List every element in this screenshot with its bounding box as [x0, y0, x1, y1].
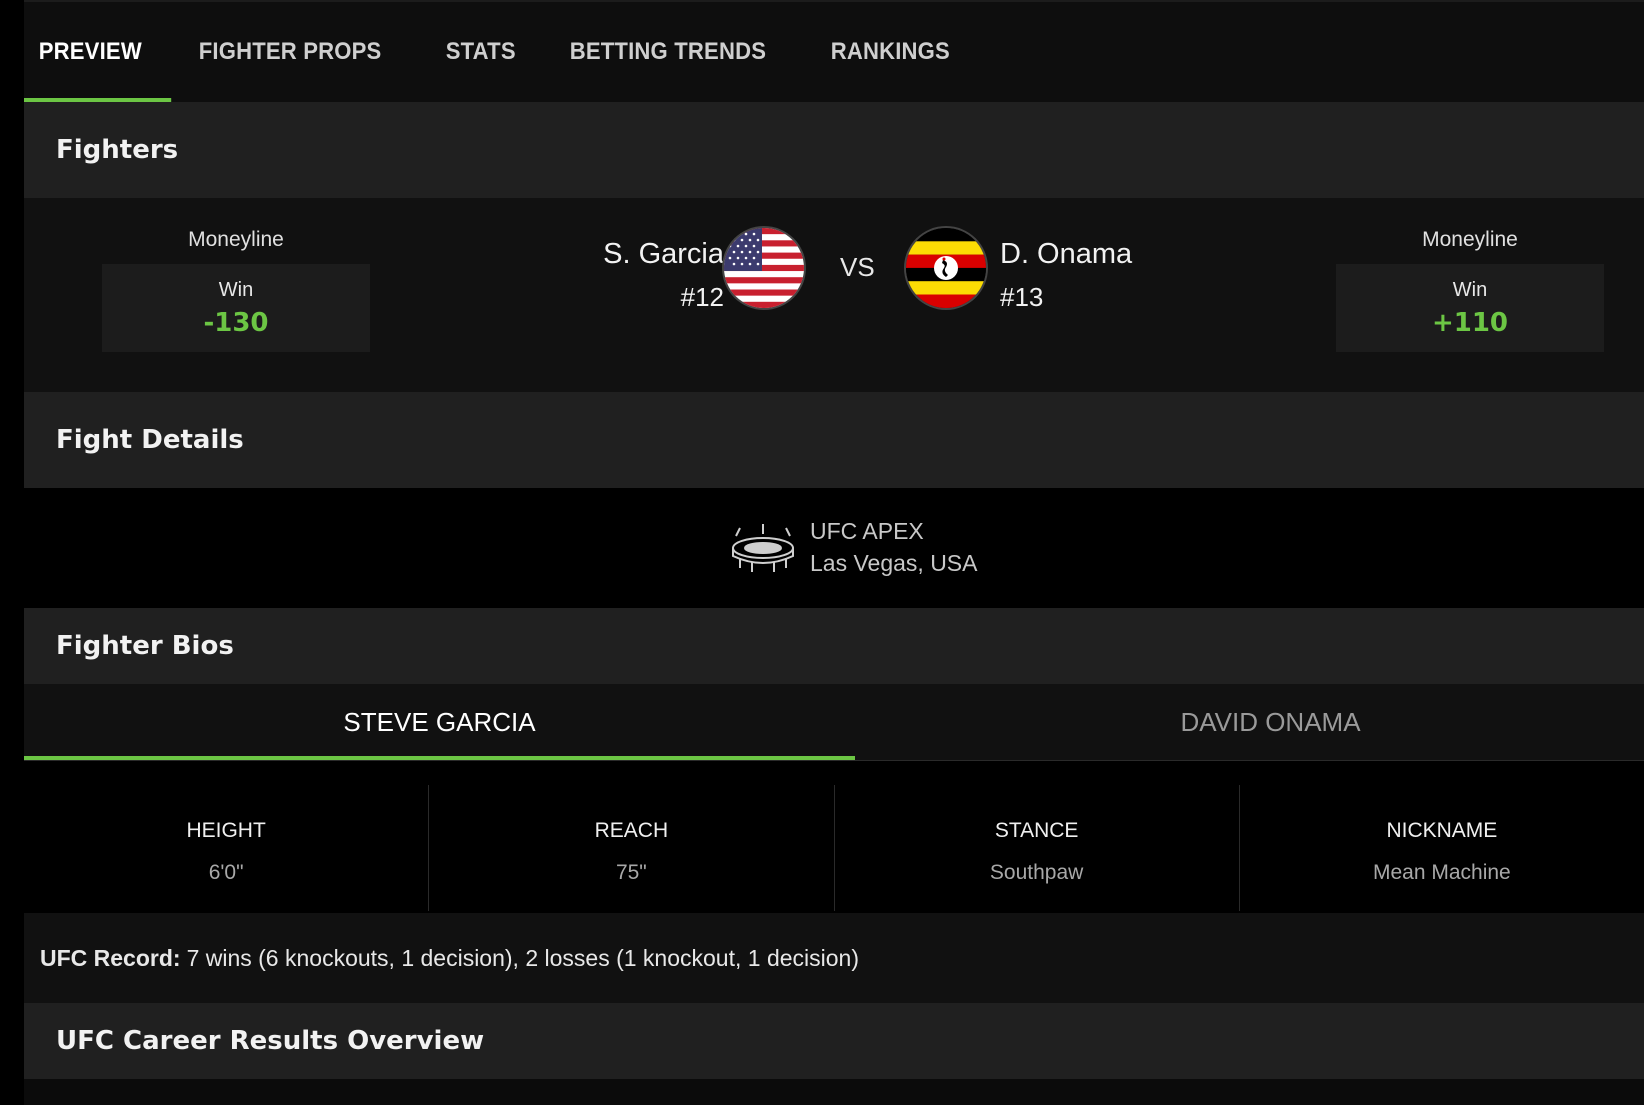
- right-odds-value: +110: [1431, 307, 1509, 338]
- ufc-record-value: 7 wins (6 knockouts, 1 decision), 2 loss…: [186, 944, 859, 971]
- venue-location: Las Vegas, USA: [810, 550, 978, 576]
- left-moneyline: Moneyline Win -130: [102, 228, 370, 352]
- stat-label: STANCE: [994, 819, 1079, 842]
- stat-value: 75": [615, 861, 647, 884]
- left-win-label: Win: [218, 278, 254, 301]
- tab-steve-garcia[interactable]: STEVE GARCIA: [24, 684, 855, 760]
- fighter-stats: HEIGHT 6'0" REACH 75" STANCE Southpaw NI…: [24, 761, 1644, 913]
- tab-rankings[interactable]: RANKINGS: [816, 2, 965, 102]
- stat-value: Mean Machine: [1373, 861, 1511, 884]
- ufc-record: UFC Record: 7 wins (6 knockouts, 1 decis…: [24, 913, 1644, 1003]
- tab-preview[interactable]: PREVIEW: [24, 2, 172, 102]
- left-odds-value: -130: [203, 307, 269, 338]
- left-fighter-rank: #12: [680, 282, 724, 312]
- stat-reach: REACH 75": [429, 785, 835, 911]
- tab-betting-trends[interactable]: BETTING TRENDS: [555, 2, 781, 102]
- fight-details-heading: Fight Details: [24, 392, 1644, 488]
- career-overview-heading: UFC Career Results Overview: [24, 1003, 1644, 1079]
- tab-bar: PREVIEW FIGHTER PROPS STATS BETTING TREN…: [24, 2, 1644, 102]
- venue-row: UFC APEX Las Vegas, USA: [24, 488, 1644, 608]
- stat-stance: STANCE Southpaw: [835, 785, 1240, 911]
- bio-tab-bar: STEVE GARCIA DAVID ONAMA: [24, 684, 1644, 761]
- fighter-bios-heading: Fighter Bios: [24, 608, 1644, 684]
- vs-label: VS: [840, 252, 875, 282]
- tab-david-onama[interactable]: DAVID ONAMA: [855, 684, 1644, 760]
- right-win-label: Win: [1452, 278, 1488, 301]
- tab-stats[interactable]: STATS: [431, 2, 530, 102]
- fighters-heading: Fighters: [24, 102, 1644, 198]
- stat-nickname: NICKNAME Mean Machine: [1240, 785, 1644, 911]
- venue-name: UFC APEX: [810, 518, 924, 544]
- right-fighter-name[interactable]: D. Onama: [1000, 238, 1132, 271]
- left-moneyline-odds-button[interactable]: Win -130: [102, 264, 370, 352]
- stat-label: HEIGHT: [186, 819, 266, 842]
- right-moneyline: Moneyline Win +110: [1336, 228, 1604, 352]
- stat-label: REACH: [594, 819, 669, 842]
- right-moneyline-odds-button[interactable]: Win +110: [1336, 264, 1604, 352]
- uganda-flag-icon: [906, 228, 986, 308]
- bottom-spacer: [24, 1079, 1644, 1105]
- fighters-matchup: Moneyline Win -130 S. Garcia #12 VS D. O…: [24, 198, 1644, 392]
- stat-height: HEIGHT 6'0": [24, 785, 430, 911]
- right-moneyline-label: Moneyline: [1422, 228, 1518, 251]
- right-fighter-rank: #13: [1000, 282, 1044, 312]
- tab-fighter-props[interactable]: FIGHTER PROPS: [184, 2, 396, 102]
- stat-value: 6'0": [208, 861, 244, 884]
- stat-label: NICKNAME: [1386, 819, 1498, 842]
- usa-flag-icon: [724, 228, 804, 308]
- arena-icon: [730, 522, 796, 574]
- main-content: PREVIEW FIGHTER PROPS STATS BETTING TREN…: [24, 0, 1644, 1105]
- ufc-record-label: UFC Record:: [40, 944, 181, 971]
- left-moneyline-label: Moneyline: [188, 228, 284, 251]
- page: PREVIEW FIGHTER PROPS STATS BETTING TREN…: [0, 0, 1644, 1105]
- left-fighter-name[interactable]: S. Garcia: [603, 238, 724, 271]
- stat-value: Southpaw: [989, 861, 1084, 884]
